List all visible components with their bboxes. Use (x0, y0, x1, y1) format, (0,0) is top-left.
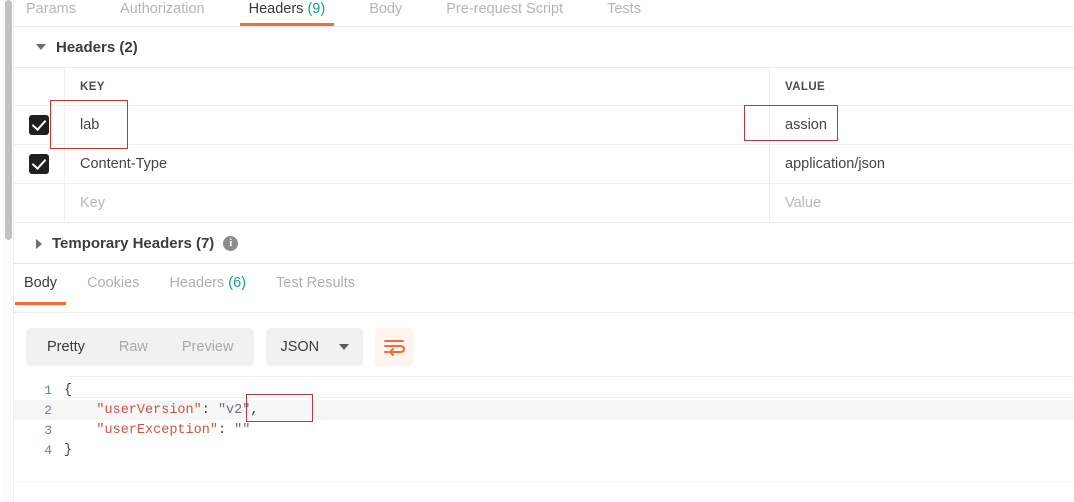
vertical-scrollbar-thumb[interactable] (5, 0, 12, 240)
code-colon: : (201, 402, 218, 418)
tab-tests[interactable]: Tests (607, 0, 641, 26)
left-gutter (0, 0, 14, 502)
table-row[interactable]: lab assion (14, 106, 1074, 145)
tab-params[interactable]: Params (26, 0, 76, 26)
temporary-headers-title: Temporary Headers (7) (52, 235, 215, 252)
tab-response-headers[interactable]: Headers (6) (169, 272, 246, 312)
row-value-cell[interactable]: application/json (769, 145, 1074, 183)
code-top-rule (64, 376, 1074, 377)
row-key-cell[interactable]: Content-Type (64, 145, 769, 183)
code-line: 4 } (14, 440, 1074, 460)
tab-response-headers-count: (6) (228, 275, 247, 291)
active-response-tab-underline (15, 302, 67, 305)
code-json-string-value: "" (234, 422, 251, 438)
word-wrap-icon (384, 340, 406, 356)
tab-pre-request-script[interactable]: Pre-request Script (446, 0, 563, 26)
column-header-key: KEY (64, 68, 769, 105)
row-enable-checkbox[interactable] (29, 115, 49, 135)
table-row-empty[interactable]: Key Value (14, 184, 1074, 223)
tab-body-label: Body (369, 1, 403, 17)
chevron-down-icon (339, 344, 350, 350)
line-number: 2 (44, 402, 52, 418)
view-mode-raw[interactable]: Raw (102, 328, 165, 366)
format-select[interactable]: JSON (266, 328, 364, 366)
code-comma: , (250, 402, 259, 418)
headers-table: KEY VALUE lab assion Content-Type applic… (14, 68, 1074, 223)
code-second-rule (64, 397, 1074, 398)
row-key-value: Content-Type (80, 156, 168, 172)
row-value-value: assion (785, 117, 827, 133)
tab-headers[interactable]: Headers (9) (239, 0, 335, 26)
tab-authorization[interactable]: Authorization (120, 0, 205, 26)
bottom-divider (14, 481, 1074, 482)
tab-body[interactable]: Body (369, 0, 402, 26)
tab-test-results[interactable]: Test Results (276, 272, 355, 312)
tab-response-body[interactable]: Body (15, 272, 67, 312)
headers-section-toggle[interactable]: Headers (2) (14, 27, 1074, 68)
new-key-input[interactable]: Key (64, 184, 769, 222)
vertical-scrollbar-track[interactable] (2, 0, 12, 502)
column-header-key-label: KEY (80, 80, 105, 93)
header-row-check-cell (14, 68, 64, 105)
new-key-placeholder: Key (80, 195, 105, 211)
chevron-right-icon[interactable] (36, 238, 42, 249)
view-mode-preview[interactable]: Preview (165, 328, 251, 366)
tab-headers-label: Headers (248, 1, 304, 17)
row-enable-checkbox[interactable] (29, 154, 49, 174)
code-colon: : (217, 422, 235, 438)
tab-response-headers-label: Headers (169, 275, 225, 291)
column-header-value: VALUE (769, 68, 1074, 105)
line-number: 4 (44, 442, 52, 458)
view-mode-pretty[interactable]: Pretty (30, 328, 102, 366)
response-tab-bar: Body Cookies Headers (6) Test Results (14, 272, 1074, 312)
postman-request-response-pane: Params Authorization Headers (9) Body Pr… (0, 0, 1074, 502)
headers-table-header-row: KEY VALUE (14, 68, 1074, 106)
tab-cookies[interactable]: Cookies (87, 272, 139, 312)
new-value-input[interactable]: Value (769, 184, 1074, 222)
code-json-key: "userException" (96, 422, 218, 438)
word-wrap-button[interactable] (375, 328, 414, 366)
code-line: 2 "userVersion": "v2", (14, 400, 1074, 420)
tab-tests-label: Tests (607, 1, 641, 17)
new-value-placeholder: Value (785, 195, 822, 211)
response-body-toolbar: Pretty Raw Preview JSON (26, 328, 414, 366)
row-checkbox-cell (14, 184, 64, 222)
tab-response-body-label: Body (24, 275, 58, 291)
code-json-key: "userVersion" (96, 402, 202, 418)
row-value-cell[interactable]: assion (769, 106, 1074, 144)
response-tab-divider (14, 312, 1074, 313)
tab-pre-request-script-label: Pre-request Script (446, 1, 564, 17)
info-icon[interactable]: i (223, 236, 239, 251)
response-body-code-viewer[interactable]: 1 { 2 "userVersion": "v2", 3 "userExcept… (14, 376, 1074, 502)
chevron-down-icon[interactable] (36, 44, 46, 50)
row-checkbox-cell (14, 145, 64, 183)
line-number: 3 (44, 422, 52, 438)
tab-test-results-label: Test Results (276, 275, 356, 291)
tab-cookies-label: Cookies (87, 275, 140, 291)
view-mode-group: Pretty Raw Preview (26, 328, 255, 366)
code-text: } (64, 442, 73, 458)
table-row[interactable]: Content-Type application/json (14, 145, 1074, 184)
temporary-headers-toggle[interactable]: Temporary Headers (7) i (14, 224, 1074, 264)
code-line: 3 "userException": "" (14, 420, 1074, 440)
tab-headers-count: (9) (307, 1, 326, 17)
row-checkbox-cell (14, 106, 64, 144)
code-json-string-value: "v2" (217, 402, 251, 418)
line-number: 1 (44, 382, 52, 398)
tab-authorization-label: Authorization (119, 1, 205, 17)
tab-params-label: Params (26, 1, 76, 17)
row-key-value: lab (80, 117, 100, 133)
headers-section-title: Headers (2) (56, 38, 138, 56)
row-value-value: application/json (785, 156, 885, 172)
code-text: { (64, 382, 73, 398)
format-select-value: JSON (280, 339, 320, 355)
column-header-value-label: VALUE (785, 80, 826, 93)
request-tab-bar: Params Authorization Headers (9) Body Pr… (14, 0, 1074, 26)
code-lines: 1 { 2 "userVersion": "v2", 3 "userExcept… (14, 376, 1074, 460)
row-key-cell[interactable]: lab (64, 106, 769, 144)
